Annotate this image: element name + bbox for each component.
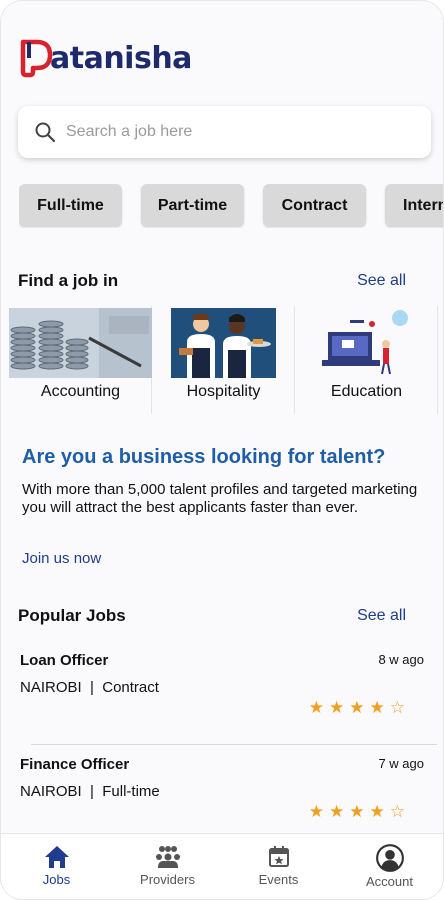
calendar-icon xyxy=(268,846,289,867)
category-card-hospitality[interactable]: Hospitality xyxy=(152,306,295,414)
logo-mark-icon xyxy=(20,39,53,78)
job-posted-ago: 8 w ago xyxy=(378,652,424,667)
promo-text: With more than 5,000 talent profiles and… xyxy=(22,481,418,516)
bottom-tab-bar: Jobs Providers Events Account xyxy=(1,833,443,899)
app-screen: atanisha Full-time Part-time Contract In… xyxy=(0,0,444,900)
hospitality-image xyxy=(171,308,276,378)
category-label: Accounting xyxy=(40,383,121,400)
see-all-jobs-link[interactable]: See all xyxy=(357,607,406,625)
join-us-link[interactable]: Join us now xyxy=(22,550,101,567)
category-list: Accounting Hospitality Education xyxy=(1,306,443,414)
job-rating-stars: ★★★★☆ xyxy=(308,698,410,717)
section-title: Find a job in xyxy=(18,271,119,290)
filter-chip-part-time[interactable]: Part-time xyxy=(141,184,244,227)
logo-text: atanisha xyxy=(50,40,192,76)
home-icon xyxy=(44,846,69,868)
tab-jobs[interactable]: Jobs xyxy=(1,834,112,899)
filter-chip-contract[interactable]: Contract xyxy=(263,184,366,227)
filter-chip-full-time[interactable]: Full-time xyxy=(19,184,122,227)
job-card[interactable]: Finance Officer 7 w ago NAIROBI | Full-t… xyxy=(20,756,424,826)
search-bar[interactable] xyxy=(18,106,431,158)
job-rating-stars: ★★★★☆ xyxy=(308,802,410,821)
job-card[interactable]: Loan Officer 8 w ago NAIROBI | Contract … xyxy=(20,652,424,722)
popular-jobs-header: Popular Jobs See all xyxy=(18,606,406,626)
job-location-type: NAIROBI | Contract xyxy=(20,679,159,696)
providers-icon xyxy=(155,846,180,868)
section-title: Popular Jobs xyxy=(18,606,126,625)
app-logo: atanisha xyxy=(17,35,192,81)
category-card-accounting[interactable]: Accounting xyxy=(9,306,152,414)
job-type-filters: Full-time Part-time Contract Intern xyxy=(19,184,443,228)
job-title: Loan Officer xyxy=(20,652,109,669)
find-job-header: Find a job in See all xyxy=(18,271,406,291)
account-icon xyxy=(375,844,404,872)
category-label: Hospitality xyxy=(186,383,261,400)
divider xyxy=(31,744,437,745)
category-card-education[interactable]: Education xyxy=(295,306,438,414)
accounting-image xyxy=(9,308,152,378)
tab-label: Jobs xyxy=(42,872,71,887)
job-title: Finance Officer xyxy=(20,756,130,773)
tab-events[interactable]: Events xyxy=(223,834,334,899)
see-all-categories-link[interactable]: See all xyxy=(357,272,406,290)
tab-account[interactable]: Account xyxy=(334,834,443,899)
tab-label: Events xyxy=(258,872,299,887)
job-location-type: NAIROBI | Full-time xyxy=(20,783,160,800)
job-posted-ago: 7 w ago xyxy=(378,756,424,771)
filter-chip-intern[interactable]: Intern xyxy=(385,184,443,227)
promo-title: Are you a business looking for talent? xyxy=(22,446,386,468)
tab-providers[interactable]: Providers xyxy=(112,834,223,899)
search-icon xyxy=(35,122,56,143)
tab-label: Account xyxy=(366,874,413,889)
search-input[interactable] xyxy=(66,123,386,141)
tab-label: Providers xyxy=(140,872,195,887)
education-image xyxy=(320,308,415,378)
category-label: Education xyxy=(330,383,403,400)
